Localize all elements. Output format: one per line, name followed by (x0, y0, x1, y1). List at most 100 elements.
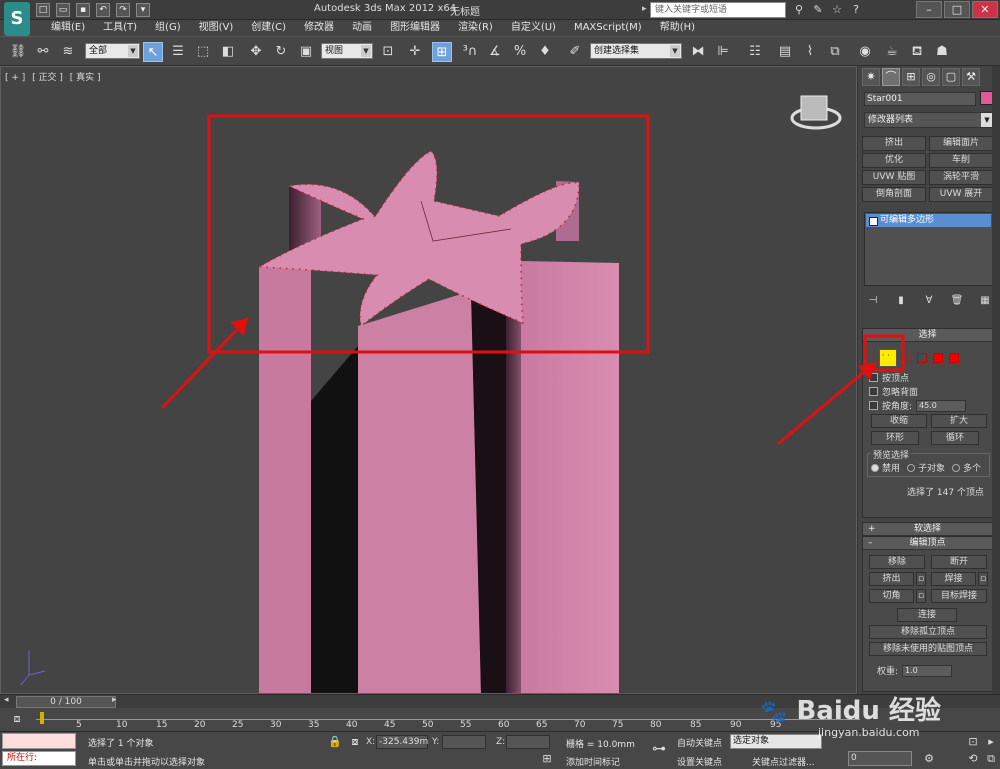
selection-filter-dropdown[interactable]: 全部 ▼ (85, 43, 140, 59)
mirror-icon[interactable]: ⧓ (688, 42, 708, 62)
pivot-center-icon[interactable]: ⊡ (378, 42, 398, 62)
modifier-turbosmooth-button[interactable]: 涡轮平滑 (929, 170, 993, 185)
weld-button[interactable]: 焊接 (931, 572, 976, 586)
soft-selection-header[interactable]: + 软选择 (863, 523, 992, 536)
ignore-backfacing-checkbox[interactable]: 忽略背面 (869, 385, 918, 398)
menu-create[interactable]: 创建(C) (242, 20, 295, 36)
spinner-snap-icon[interactable]: ♦ (535, 42, 555, 62)
utilities-tab-icon[interactable]: ⚒ (962, 68, 980, 86)
create-tab-icon[interactable]: ✷ (862, 68, 880, 86)
selection-rollout-header[interactable]: – 选择 (863, 329, 992, 342)
undo-icon[interactable]: ↶ (96, 3, 110, 17)
track-ruler[interactable] (36, 710, 860, 720)
graphite-ribbon-icon[interactable]: ▤ (775, 42, 795, 62)
time-slider[interactable]: ◂ 0 / 100 ▸ (0, 694, 1000, 708)
chamfer-settings-icon[interactable]: ▫ (916, 589, 926, 603)
set-key-icon[interactable]: ⊶ (652, 742, 666, 756)
maxscript-listener-input[interactable] (2, 733, 76, 749)
close-button[interactable]: ✕ (972, 1, 998, 18)
target-weld-button[interactable]: 目标焊接 (931, 589, 987, 603)
favorites-icon[interactable]: ☆ (830, 3, 844, 17)
modifier-lathe-button[interactable]: 车削 (929, 153, 993, 168)
search-arrow-icon[interactable]: ▸ (642, 4, 647, 14)
preview-subobject-radio[interactable] (907, 463, 916, 472)
menu-animation[interactable]: 动画 (343, 20, 381, 36)
by-angle-checkbox[interactable]: 按角度: 45.0 (869, 399, 967, 412)
extrude-button[interactable]: 挤出 (869, 572, 914, 586)
menu-graph-editors[interactable]: 图形编辑器 (381, 20, 449, 36)
key-mode-dropdown[interactable]: 选定对象 (730, 734, 822, 749)
time-configuration-icon[interactable]: ⚙ (922, 752, 936, 766)
modifier-uvw-map-button[interactable]: UVW 贴图 (862, 170, 926, 185)
menu-group[interactable]: 组(G) (146, 20, 190, 36)
remove-modifier-icon[interactable]: 🗑 (950, 294, 964, 308)
time-slider-prev-icon[interactable]: ◂ (4, 695, 9, 705)
absolute-mode-icon[interactable]: ⧇ (348, 735, 362, 749)
modifier-edit-patch-button[interactable]: 编辑面片 (929, 136, 993, 151)
z-coordinate-field[interactable] (506, 735, 550, 749)
loop-button[interactable]: 循环 (931, 431, 979, 445)
layer-manager-icon[interactable]: ☷ (745, 42, 765, 62)
make-unique-icon[interactable]: ∀ (922, 294, 936, 308)
remove-isolated-vertices-button[interactable]: 移除孤立顶点 (869, 625, 987, 639)
search-input[interactable]: 键入关键字或短语 (650, 2, 786, 18)
material-editor-icon[interactable]: ◉ (855, 42, 875, 62)
time-slider-next-icon[interactable]: ▸ (112, 695, 117, 705)
modifier-optimize-button[interactable]: 优化 (862, 153, 926, 168)
by-vertex-checkbox[interactable]: 按顶点 (869, 371, 909, 384)
zoom-extents-icon[interactable]: ⊡ (966, 735, 980, 749)
menu-customize[interactable]: 自定义(U) (502, 20, 565, 36)
menu-tools[interactable]: 工具(T) (94, 20, 146, 36)
orbit-icon[interactable]: ⟲ (966, 752, 980, 766)
perspective-viewport[interactable]: [ + ] [ 正交 ] [ 真实 ] (0, 66, 857, 694)
modifier-list-dropdown[interactable]: 修改器列表 ▼ (864, 112, 994, 128)
schematic-view-icon[interactable]: ⧉ (825, 42, 845, 62)
stack-item-editable-poly[interactable]: 可编辑多边形 (866, 214, 991, 227)
weld-settings-icon[interactable]: ▫ (978, 572, 988, 586)
keyboard-shortcut-override-icon[interactable]: ⊞ (432, 42, 452, 62)
border-mode-icon[interactable] (917, 353, 928, 363)
align-icon[interactable]: ⊫ (713, 42, 733, 62)
select-and-move-icon[interactable]: ✥ (246, 42, 266, 62)
rectangular-selection-icon[interactable]: ⬚ (193, 42, 213, 62)
new-file-icon[interactable]: □ (36, 3, 50, 17)
link-icon[interactable]: ⛓ (8, 42, 28, 62)
configure-modifier-sets-icon[interactable]: ▦ (978, 294, 992, 308)
track-bar[interactable]: ⧈ 5 10 15 20 25 30 35 40 45 50 55 60 65 … (0, 708, 1000, 732)
edge-mode-icon[interactable]: ◁ (903, 352, 911, 365)
command-panel-scrollbar[interactable] (992, 66, 1000, 694)
select-and-rotate-icon[interactable]: ↻ (271, 42, 291, 62)
extrude-settings-icon[interactable]: ▫ (916, 572, 926, 586)
vertex-mode-icon[interactable] (879, 349, 897, 367)
quick-access-dropdown-icon[interactable]: ▾ (136, 3, 150, 17)
menu-maxscript[interactable]: MAXScript(M) (565, 20, 651, 36)
menu-rendering[interactable]: 渲染(R) (449, 20, 502, 36)
render-setup-icon[interactable]: ☕ (882, 42, 902, 62)
grow-button[interactable]: 扩大 (931, 414, 987, 428)
app-logo-icon[interactable]: S (4, 2, 30, 36)
binoculars-icon[interactable]: ⚲ (792, 3, 806, 17)
modifier-bevel-profile-button[interactable]: 倒角剖面 (862, 187, 926, 202)
select-and-scale-icon[interactable]: ▣ (296, 42, 316, 62)
motion-tab-icon[interactable]: ◎ (922, 68, 940, 86)
object-name-field[interactable]: Star001 (864, 92, 976, 106)
maximize-viewport-icon[interactable]: ⧉ (984, 752, 998, 766)
set-key-button[interactable]: 设置关键点 (677, 755, 722, 768)
field-of-view-icon[interactable]: ▸ (984, 735, 998, 749)
curve-editor-icon[interactable]: ⌇ (800, 42, 820, 62)
pin-stack-icon[interactable]: ⊣ (866, 294, 880, 308)
mini-curve-editor-icon[interactable]: ⧈ (10, 712, 24, 726)
connect-button[interactable]: 连接 (897, 608, 957, 622)
add-time-tag[interactable]: 添加时间标记 (566, 755, 620, 768)
edit-named-selection-icon[interactable]: ✐ (565, 42, 585, 62)
polygon-mode-icon[interactable] (933, 353, 944, 363)
display-tab-icon[interactable]: ▢ (942, 68, 960, 86)
snaps-toggle-icon[interactable]: ³∩ (460, 42, 480, 62)
redo-icon[interactable]: ↷ (116, 3, 130, 17)
y-coordinate-field[interactable] (442, 735, 486, 749)
modifier-unwrap-uvw-button[interactable]: UVW 展开 (929, 187, 993, 202)
show-end-result-icon[interactable]: ▮ (894, 294, 908, 308)
preview-multi-radio[interactable] (952, 463, 961, 472)
hierarchy-tab-icon[interactable]: ⊞ (902, 68, 920, 86)
render-production-icon[interactable]: ☗ (932, 42, 952, 62)
